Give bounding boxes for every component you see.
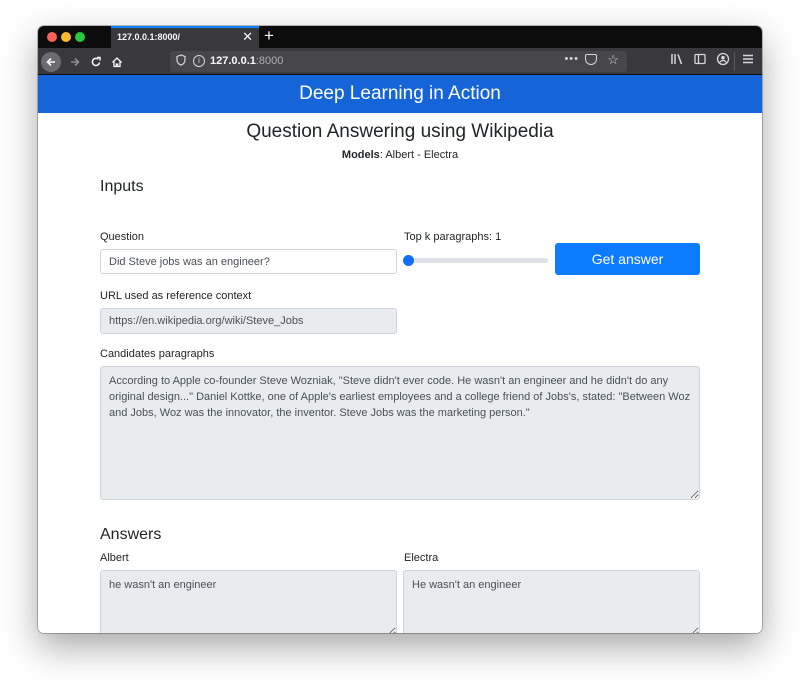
more-icon[interactable]: ••• xyxy=(564,53,579,65)
answers-heading: Answers xyxy=(100,526,162,543)
url-bar[interactable]: i 127.0.0.1:8000 ••• ☆ xyxy=(170,51,627,72)
albert-answer-textarea[interactable]: he wasn't an engineer xyxy=(100,570,397,633)
minimize-window-icon[interactable] xyxy=(61,32,71,42)
shield-icon[interactable] xyxy=(176,54,186,66)
close-window-icon[interactable] xyxy=(47,32,57,42)
info-icon[interactable]: i xyxy=(193,55,205,67)
question-label: Question xyxy=(100,231,145,243)
models-value: : Albert - Electra xyxy=(379,149,459,161)
navbar: Deep Learning in Action xyxy=(38,75,762,113)
reload-icon[interactable] xyxy=(86,52,106,72)
get-answer-button[interactable]: Get answer xyxy=(555,243,700,275)
sidebar-icon[interactable] xyxy=(693,52,707,66)
brand-title[interactable]: Deep Learning in Action xyxy=(38,83,762,105)
topk-slider-thumb[interactable] xyxy=(403,255,414,266)
electra-answer-textarea[interactable]: He wasn't an engineer xyxy=(403,570,700,633)
models-line: Models: Albert - Electra xyxy=(38,149,762,161)
candidates-label: Candidates paragraphs xyxy=(100,348,215,360)
topk-slider-track[interactable] xyxy=(404,258,548,263)
star-icon[interactable]: ☆ xyxy=(607,52,619,68)
tab-title: 127.0.0.1:8000/ xyxy=(117,32,181,42)
url-context-label: URL used as reference context xyxy=(100,290,252,302)
models-label: Models xyxy=(341,149,380,161)
maximize-window-icon[interactable] xyxy=(75,32,85,42)
account-icon[interactable] xyxy=(716,52,730,66)
browser-window: 127.0.0.1:8000/ ✕ + i 127.0.0.1:8000 •••… xyxy=(38,26,762,633)
new-tab-icon[interactable]: + xyxy=(264,26,274,46)
menu-icon[interactable] xyxy=(742,52,754,66)
inputs-heading: Inputs xyxy=(100,178,144,195)
browser-toolbar: i 127.0.0.1:8000 ••• ☆ xyxy=(38,48,762,75)
page-title: Question Answering using Wikipedia xyxy=(246,121,554,142)
tab-strip: 127.0.0.1:8000/ ✕ + xyxy=(38,26,762,48)
close-tab-icon[interactable]: ✕ xyxy=(242,29,253,45)
page-content: Deep Learning in Action Question Answeri… xyxy=(38,75,762,633)
home-icon[interactable] xyxy=(107,52,127,72)
browser-tab[interactable]: 127.0.0.1:8000/ ✕ xyxy=(111,26,259,48)
toolbar-separator xyxy=(734,52,735,71)
albert-label: Albert xyxy=(100,552,129,564)
url-context-field[interactable] xyxy=(100,308,397,334)
url-text: 127.0.0.1:8000 xyxy=(210,55,284,67)
pocket-icon[interactable] xyxy=(585,54,597,65)
electra-label: Electra xyxy=(404,552,439,564)
topk-label: Top k paragraphs: 1 xyxy=(404,231,502,243)
back-icon[interactable] xyxy=(41,52,61,72)
candidates-textarea[interactable]: According to Apple co-founder Steve Wozn… xyxy=(100,366,700,500)
library-icon[interactable] xyxy=(670,52,684,66)
question-input[interactable] xyxy=(100,249,397,274)
forward-icon[interactable] xyxy=(65,52,85,72)
